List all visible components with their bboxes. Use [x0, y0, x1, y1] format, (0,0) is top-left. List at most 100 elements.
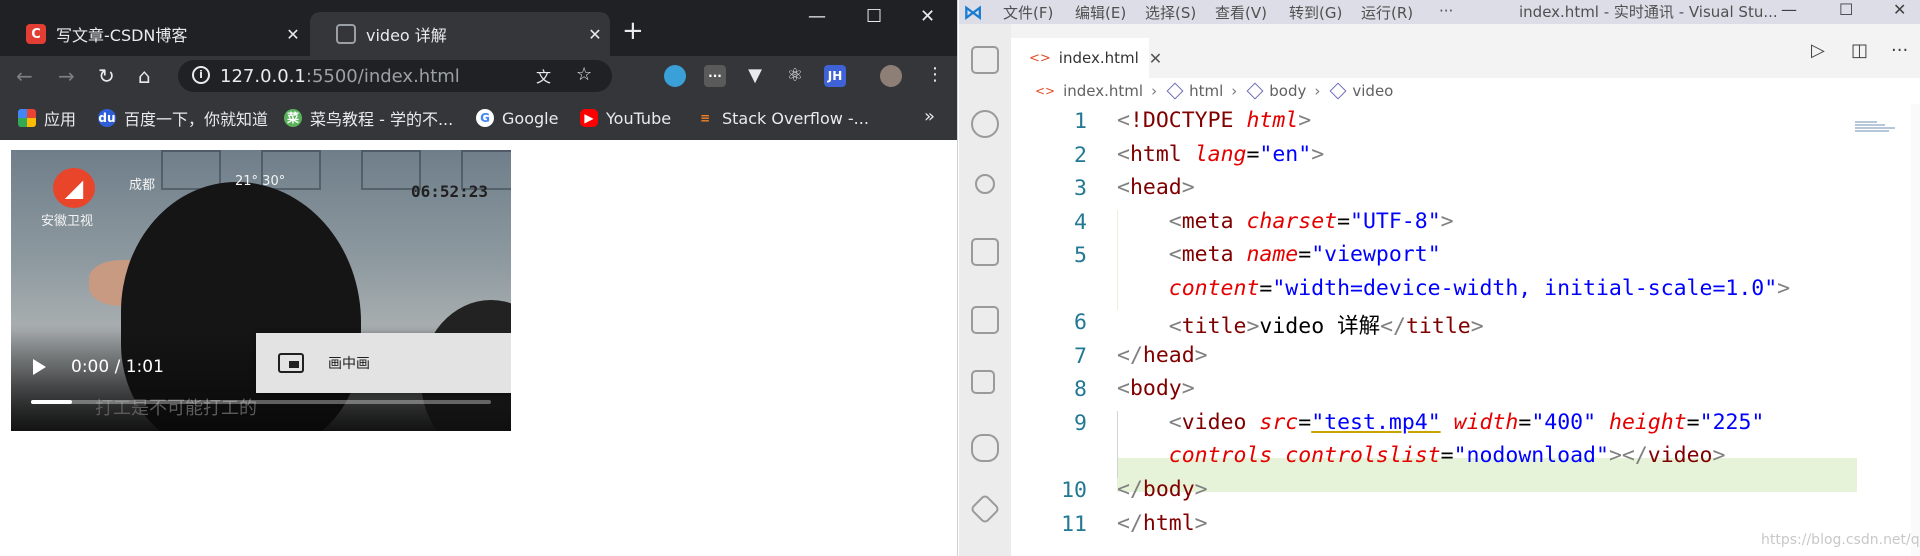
bookmark-youtube[interactable]: ▶ YouTube: [580, 108, 671, 128]
extension-color-icon[interactable]: [664, 65, 686, 87]
more-bookmarks-icon[interactable]: »: [924, 106, 935, 127]
home-icon[interactable]: ⌂: [138, 64, 151, 88]
maximize-icon[interactable]: ☐: [866, 6, 882, 27]
code-line-7: </head>: [1117, 343, 1208, 368]
remote-explorer-icon[interactable]: [971, 306, 999, 334]
explorer-icon[interactable]: [971, 46, 999, 74]
live-share-icon[interactable]: [969, 493, 1001, 525]
video-player[interactable]: ◢ 安徽卫视 成都 21° 30° 06:52:23 打工是不可能打工的 0:0…: [11, 150, 511, 431]
menu-kebab-icon[interactable]: ⋮: [926, 64, 944, 85]
bookmark-label: 应用: [44, 110, 77, 129]
close-window-icon[interactable]: ✕: [920, 6, 935, 27]
close-window-icon[interactable]: ✕: [1893, 0, 1906, 19]
code-line-11: </html>: [1117, 511, 1208, 536]
browser-window: C 写文章-CSDN博客 ✕ video 详解 ✕ + — ☐ ✕ ← → ↻ …: [0, 0, 958, 556]
bookmark-runoob[interactable]: 菜 菜鸟教程 - 学的不...: [284, 108, 453, 129]
minimap[interactable]: [1855, 120, 1903, 144]
bookmark-baidu[interactable]: du 百度一下，你就知道: [98, 108, 269, 129]
bookmark-apps[interactable]: 应用: [18, 108, 77, 129]
bookmarks-bar: 应用 du 百度一下，你就知道 菜 菜鸟教程 - 学的不... G Google…: [0, 96, 957, 140]
editor-tab-index-html[interactable]: <> index.html ✕: [1011, 38, 1162, 78]
react-devtools-icon[interactable]: ⚛: [784, 65, 806, 87]
code-line-2: <html lang="en">: [1117, 142, 1325, 167]
globe-icon: [336, 24, 356, 44]
pip-label: 画中画: [328, 356, 370, 372]
picture-in-picture-menu-item[interactable]: 画中画: [256, 333, 511, 393]
browser-tab-csdn[interactable]: C 写文章-CSDN博客 ✕: [0, 12, 308, 56]
play-icon[interactable]: [33, 359, 46, 375]
bookmark-google[interactable]: G Google: [476, 108, 558, 128]
close-tab-icon[interactable]: ✕: [278, 25, 308, 44]
csdn-icon: C: [26, 24, 46, 44]
breadcrumb: <> index.html › html › body › video: [1011, 78, 1920, 104]
video-time: 0:00 / 1:01: [71, 357, 164, 377]
profile-avatar[interactable]: [880, 65, 902, 87]
element-symbol-icon: [1246, 82, 1264, 100]
breadcrumb-item[interactable]: video: [1352, 82, 1393, 100]
minimize-icon[interactable]: —: [1781, 0, 1797, 19]
bookmark-label: 百度一下，你就知道: [124, 110, 269, 129]
chevron-right-icon: ›: [1314, 82, 1321, 100]
video-progress-bar[interactable]: [31, 400, 491, 404]
reload-icon[interactable]: ↻: [98, 64, 115, 88]
extensions-icon[interactable]: [971, 370, 995, 394]
station-logo: ◢: [53, 168, 95, 208]
line-number: 10: [1061, 478, 1087, 503]
translate-icon[interactable]: 文: [536, 66, 551, 87]
picture-in-picture-icon: [278, 353, 304, 373]
run-debug-icon[interactable]: [971, 238, 999, 266]
run-file-icon[interactable]: ▷: [1811, 40, 1825, 61]
window-title: index.html - 实时通讯 - Visual Stu...: [1519, 3, 1778, 21]
more-actions-icon[interactable]: ···: [1891, 40, 1908, 61]
vscode-window: ⋈ 文件(F) 编辑(E) 选择(S) 查看(V) 转到(G) 运行(R) ··…: [959, 0, 1920, 556]
line-number: 2: [1074, 143, 1087, 168]
menu-run[interactable]: 运行(R): [1361, 2, 1413, 23]
source-control-icon[interactable]: [975, 174, 995, 194]
html-file-icon: <>: [1029, 50, 1051, 66]
code-editor[interactable]: <!DOCTYPE html> <html lang="en"> <head> …: [1117, 104, 1877, 556]
bookmark-stackoverflow[interactable]: ≡ Stack Overflow -...: [696, 108, 869, 128]
maximize-icon[interactable]: ☐: [1839, 0, 1853, 19]
close-tab-icon[interactable]: ✕: [580, 25, 610, 44]
new-tab-button[interactable]: +: [622, 16, 644, 46]
breadcrumb-item[interactable]: index.html: [1063, 82, 1143, 100]
bookmark-star-icon[interactable]: ☆: [576, 64, 592, 85]
vue-devtools-icon[interactable]: ▼: [744, 65, 766, 87]
site-info-icon[interactable]: i: [192, 66, 210, 84]
menu-view[interactable]: 查看(V): [1215, 2, 1267, 23]
line-number: 7: [1074, 344, 1087, 369]
code-line-4: <meta charset="UTF-8">: [1168, 209, 1454, 234]
weather-temp: 21° 30°: [235, 174, 286, 189]
search-icon[interactable]: [971, 110, 999, 138]
vscode-logo-icon: ⋈: [963, 0, 983, 24]
minimap-line: [1855, 130, 1889, 132]
address-bar[interactable]: i 127.0.0.1:5500/index.html ☆ 文: [178, 60, 612, 92]
menu-more[interactable]: ···: [1439, 2, 1453, 20]
menu-edit[interactable]: 编辑(E): [1075, 2, 1126, 23]
back-icon[interactable]: ←: [16, 64, 33, 88]
breadcrumb-item[interactable]: body: [1269, 82, 1306, 100]
editor-scrollbar[interactable]: [1911, 104, 1920, 556]
docker-icon[interactable]: [971, 434, 999, 462]
code-line-8: <body>: [1117, 376, 1195, 401]
page-viewport: ◢ 安徽卫视 成都 21° 30° 06:52:23 打工是不可能打工的 0:0…: [0, 140, 957, 556]
forward-icon[interactable]: →: [58, 64, 75, 88]
menu-go[interactable]: 转到(G): [1289, 2, 1342, 23]
breadcrumb-item[interactable]: html: [1189, 82, 1223, 100]
menu-file[interactable]: 文件(F): [1003, 2, 1053, 23]
split-editor-icon[interactable]: ◫: [1851, 40, 1868, 61]
menu-selection[interactable]: 选择(S): [1145, 2, 1196, 23]
minimize-icon[interactable]: —: [808, 6, 826, 27]
youtube-icon: ▶: [580, 109, 598, 127]
video-clock: 06:52:23: [411, 182, 489, 201]
browser-toolbar: ← → ↻ ⌂ i 127.0.0.1:5500/index.html ☆ 文 …: [0, 56, 957, 96]
element-symbol-icon: [1329, 82, 1347, 100]
extension-jh-icon[interactable]: JH: [824, 65, 846, 87]
browser-tab-video[interactable]: video 详解 ✕: [310, 12, 610, 56]
baidu-icon: du: [98, 109, 116, 127]
extension-dots-icon[interactable]: ···: [704, 65, 726, 87]
tab-title: video 详解: [366, 26, 447, 45]
close-editor-icon[interactable]: ✕: [1149, 49, 1162, 68]
video-progress-fill: [31, 400, 73, 404]
code-line-6: <title>video 详解</title>: [1168, 314, 1484, 339]
